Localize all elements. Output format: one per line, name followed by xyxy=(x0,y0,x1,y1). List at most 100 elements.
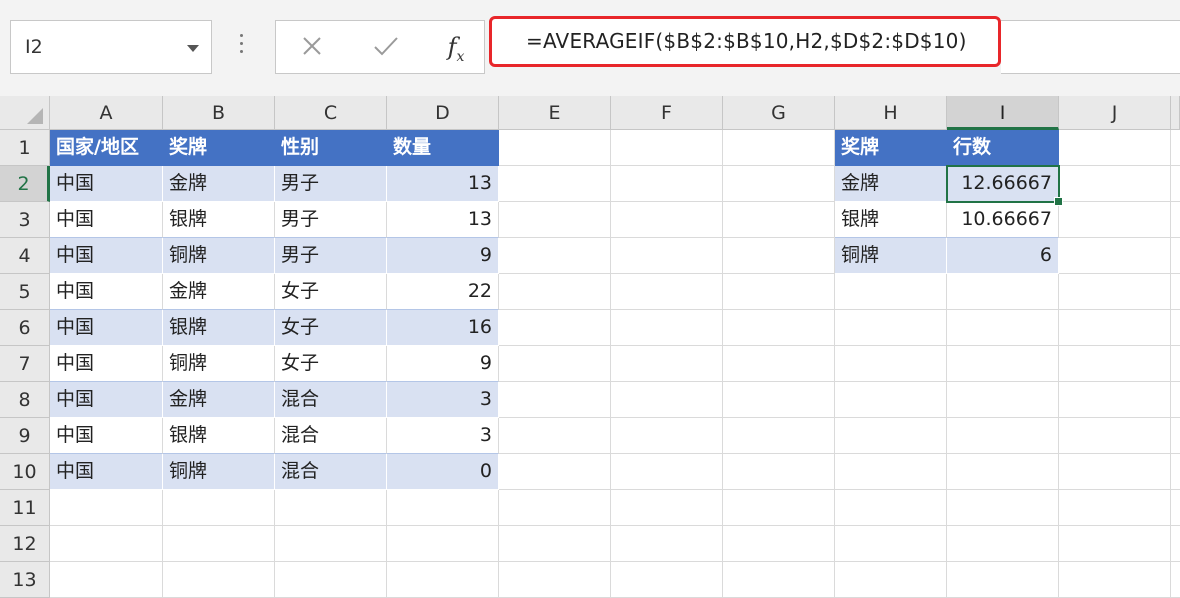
cell[interactable] xyxy=(499,346,611,382)
cell[interactable] xyxy=(387,562,499,598)
table-cell[interactable]: 男子 xyxy=(275,202,387,238)
cell[interactable] xyxy=(1171,166,1180,202)
cell[interactable] xyxy=(1059,526,1171,562)
column-header-j[interactable]: J xyxy=(1059,96,1171,130)
row-header-7[interactable]: 7 xyxy=(0,346,50,382)
table-cell[interactable]: 16 xyxy=(387,310,499,346)
cell[interactable] xyxy=(835,274,947,310)
cell[interactable] xyxy=(947,562,1059,598)
table-cell[interactable]: 男子 xyxy=(275,166,387,202)
table-cell[interactable]: 0 xyxy=(387,454,499,490)
cell[interactable] xyxy=(723,166,835,202)
cell[interactable] xyxy=(275,526,387,562)
cell[interactable] xyxy=(1059,202,1171,238)
more-options-icon[interactable] xyxy=(240,34,244,58)
cell[interactable] xyxy=(835,454,947,490)
table-header-cell[interactable]: 行数 xyxy=(947,130,1059,166)
cell[interactable] xyxy=(499,130,611,166)
cell[interactable] xyxy=(499,382,611,418)
cell[interactable] xyxy=(835,346,947,382)
table-header-cell[interactable]: 数量 xyxy=(387,130,499,166)
cell[interactable] xyxy=(723,454,835,490)
cell[interactable] xyxy=(947,346,1059,382)
cell[interactable] xyxy=(1171,490,1180,526)
table-cell[interactable]: 混合 xyxy=(275,454,387,490)
table-cell[interactable]: 3 xyxy=(387,418,499,454)
cell[interactable] xyxy=(1059,418,1171,454)
cell[interactable] xyxy=(1171,526,1180,562)
cell[interactable] xyxy=(163,526,275,562)
table-header-cell[interactable]: 国家/地区 xyxy=(50,130,163,166)
cell[interactable] xyxy=(835,562,947,598)
cell[interactable] xyxy=(1059,454,1171,490)
column-header-h[interactable]: H xyxy=(835,96,947,130)
formula-input[interactable]: =AVERAGEIF($B$2:$B$10,H2,$D$2:$D$10) xyxy=(489,16,1001,67)
row-header-3[interactable]: 3 xyxy=(0,202,50,238)
row-header-10[interactable]: 10 xyxy=(0,454,50,490)
row-header-5[interactable]: 5 xyxy=(0,274,50,310)
cell[interactable] xyxy=(723,310,835,346)
column-header-e[interactable]: E xyxy=(499,96,611,130)
cell[interactable] xyxy=(1171,418,1180,454)
cell[interactable] xyxy=(1171,454,1180,490)
table-cell[interactable]: 银牌 xyxy=(163,202,275,238)
cell[interactable] xyxy=(611,274,723,310)
chevron-down-icon[interactable] xyxy=(187,45,199,52)
cell[interactable] xyxy=(499,418,611,454)
cell[interactable] xyxy=(1171,202,1180,238)
cell[interactable] xyxy=(50,526,163,562)
table-cell[interactable]: 中国 xyxy=(50,418,163,454)
table-cell[interactable]: 13 xyxy=(387,166,499,202)
cell[interactable] xyxy=(723,274,835,310)
cell[interactable] xyxy=(723,526,835,562)
table-cell[interactable]: 中国 xyxy=(50,454,163,490)
table-cell[interactable]: 铜牌 xyxy=(163,238,275,274)
cell[interactable] xyxy=(947,310,1059,346)
cell[interactable] xyxy=(611,418,723,454)
cell[interactable] xyxy=(947,382,1059,418)
cell[interactable] xyxy=(163,562,275,598)
table-cell[interactable]: 金牌 xyxy=(835,166,947,202)
table-cell[interactable]: 女子 xyxy=(275,274,387,310)
table-cell[interactable]: 9 xyxy=(387,238,499,274)
confirm-formula-button[interactable] xyxy=(368,31,404,63)
column-header-g[interactable]: G xyxy=(723,96,835,130)
row-header-12[interactable]: 12 xyxy=(0,526,50,562)
table-cell[interactable]: 铜牌 xyxy=(835,238,947,274)
column-header-d[interactable]: D xyxy=(387,96,499,130)
table-cell[interactable]: 中国 xyxy=(50,274,163,310)
cell[interactable] xyxy=(611,526,723,562)
cell[interactable] xyxy=(1059,238,1171,274)
row-header-11[interactable]: 11 xyxy=(0,490,50,526)
table-cell[interactable]: 混合 xyxy=(275,418,387,454)
cancel-formula-button[interactable] xyxy=(294,31,330,63)
cell[interactable] xyxy=(1059,490,1171,526)
cell[interactable] xyxy=(611,202,723,238)
cell[interactable] xyxy=(723,238,835,274)
row-header-1[interactable]: 1 xyxy=(0,130,50,166)
column-header-b[interactable]: B xyxy=(163,96,275,130)
cell[interactable] xyxy=(499,238,611,274)
name-box[interactable]: I2 xyxy=(10,20,212,74)
cell[interactable] xyxy=(611,382,723,418)
table-cell[interactable]: 金牌 xyxy=(163,382,275,418)
table-cell[interactable]: 中国 xyxy=(50,346,163,382)
cell[interactable] xyxy=(947,490,1059,526)
cell[interactable] xyxy=(499,202,611,238)
cell[interactable] xyxy=(50,562,163,598)
cell[interactable] xyxy=(163,490,275,526)
cell[interactable] xyxy=(947,454,1059,490)
column-header-c[interactable]: C xyxy=(275,96,387,130)
table-cell[interactable]: 银牌 xyxy=(163,310,275,346)
cell[interactable] xyxy=(723,202,835,238)
column-header-f[interactable]: F xyxy=(611,96,723,130)
cell[interactable] xyxy=(611,454,723,490)
row-header-8[interactable]: 8 xyxy=(0,382,50,418)
cell[interactable] xyxy=(50,490,163,526)
table-header-cell[interactable]: 奖牌 xyxy=(835,130,947,166)
cell[interactable] xyxy=(1059,130,1171,166)
cell[interactable] xyxy=(723,418,835,454)
table-cell[interactable]: 10.66667 xyxy=(947,202,1059,238)
cell[interactable] xyxy=(611,310,723,346)
cell[interactable] xyxy=(499,454,611,490)
